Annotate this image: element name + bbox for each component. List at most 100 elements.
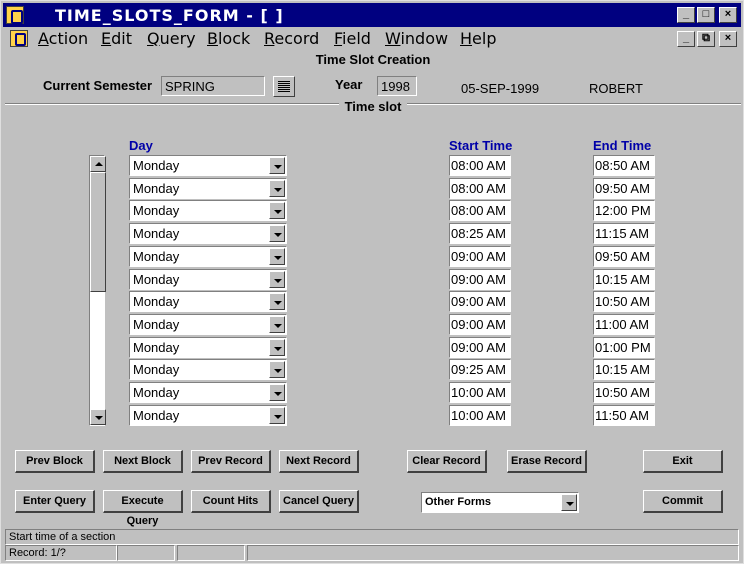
day-value: Monday [133,385,180,400]
next-record-button[interactable]: Next Record [279,450,359,473]
end-time-field[interactable]: 10:15 AM [593,269,655,290]
chevron-down-icon[interactable] [269,384,285,401]
list-of-values-button[interactable] [273,76,295,97]
day-value: Monday [133,226,180,241]
scroll-thumb[interactable] [90,172,106,292]
scroll-down-button[interactable] [90,409,106,425]
start-time-field[interactable]: 09:00 AM [449,291,511,312]
day-value: Monday [133,294,180,309]
doc-restore-button[interactable]: ⧉ [697,31,715,47]
title-bar[interactable]: TIME_SLOTS_FORM - [ ] _ □ × [3,3,741,27]
next-block-button[interactable]: Next Block [103,450,183,473]
start-time-field[interactable]: 09:00 AM [449,314,511,335]
menu-field[interactable]: Field [334,29,371,48]
day-select[interactable]: Monday [129,337,287,358]
arrow-up-icon [95,162,103,166]
end-time-field[interactable]: 08:50 AM [593,155,655,176]
year-field[interactable]: 1998 [377,76,417,96]
start-time-field[interactable]: 08:00 AM [449,200,511,221]
chevron-down-icon[interactable] [269,157,285,174]
start-time-field[interactable]: 10:00 AM [449,382,511,403]
day-select[interactable]: Monday [129,359,287,380]
chevron-down-icon[interactable] [561,494,577,511]
chevron-down-icon[interactable] [269,180,285,197]
end-time-field[interactable]: 11:50 AM [593,405,655,426]
count-hits-button[interactable]: Count Hits [191,490,271,513]
end-time-field[interactable]: 09:50 AM [593,178,655,199]
day-select[interactable]: Monday [129,405,287,426]
doc-minimize-button[interactable]: _ [677,31,695,47]
start-time-field[interactable]: 09:25 AM [449,359,511,380]
cancel-query-button[interactable]: Cancel Query [279,490,359,513]
document-icon[interactable] [10,30,28,47]
day-select[interactable]: Monday [129,155,287,176]
doc-close-button[interactable]: × [719,31,737,47]
start-time-field[interactable]: 09:00 AM [449,246,511,267]
status-bar: Start time of a section Record: 1/? [3,527,741,563]
form-title: Time Slot Creation [315,52,431,67]
day-value: Monday [133,203,180,218]
day-select[interactable]: Monday [129,382,287,403]
end-time-field[interactable]: 10:50 AM [593,291,655,312]
day-select[interactable]: Monday [129,269,287,290]
start-time-field[interactable]: 10:00 AM [449,405,511,426]
end-time-field[interactable]: 09:50 AM [593,246,655,267]
chevron-down-icon[interactable] [269,293,285,310]
semester-field[interactable]: SPRING [161,76,265,96]
day-value: Monday [133,317,180,332]
menu-block[interactable]: Block [207,29,250,48]
end-time-field[interactable]: 11:00 AM [593,314,655,335]
chevron-down-icon[interactable] [269,407,285,424]
records-scrollbar[interactable] [89,155,106,426]
menu-query[interactable]: Query [147,29,196,48]
year-label: Year [335,77,363,92]
status-cell-2 [117,545,175,561]
execute-query-button[interactable]: Execute Query [103,490,183,527]
day-select[interactable]: Monday [129,291,287,312]
menu-record[interactable]: Record [264,29,319,48]
end-time-field[interactable]: 10:15 AM [593,359,655,380]
chevron-down-icon[interactable] [269,339,285,356]
list-icon [278,81,290,92]
section-title: Time slot [338,99,408,114]
clear-record-button[interactable]: Clear Record [407,450,487,473]
day-select[interactable]: Monday [129,246,287,267]
chevron-down-icon[interactable] [269,248,285,265]
prev-record-button[interactable]: Prev Record [191,450,271,473]
commit-button[interactable]: Commit [643,490,723,513]
chevron-down-icon[interactable] [269,225,285,242]
chevron-down-icon[interactable] [269,361,285,378]
start-time-field[interactable]: 08:25 AM [449,223,511,244]
menu-window[interactable]: Window [385,29,448,48]
day-select[interactable]: Monday [129,178,287,199]
end-time-field[interactable]: 11:15 AM [593,223,655,244]
end-time-field[interactable]: 01:00 PM [593,337,655,358]
minimize-button[interactable]: _ [677,7,695,23]
current-date: 05-SEP-1999 [461,81,540,96]
start-time-field[interactable]: 08:00 AM [449,155,511,176]
chevron-down-icon[interactable] [269,316,285,333]
chevron-down-icon[interactable] [269,202,285,219]
app-icon[interactable] [6,6,24,24]
menu-action[interactable]: Action [38,29,88,48]
start-time-field[interactable]: 08:00 AM [449,178,511,199]
enter-query-button[interactable]: Enter Query [15,490,95,513]
start-time-field[interactable]: 09:00 AM [449,269,511,290]
close-button[interactable]: × [719,7,737,23]
end-time-field[interactable]: 10:50 AM [593,382,655,403]
exit-button[interactable]: Exit [643,450,723,473]
day-select[interactable]: Monday [129,223,287,244]
start-time-field[interactable]: 09:00 AM [449,337,511,358]
end-time-field[interactable]: 12:00 PM [593,200,655,221]
maximize-button[interactable]: □ [697,7,715,23]
menu-help[interactable]: Help [460,29,496,48]
menu-edit[interactable]: Edit [101,29,132,48]
day-select[interactable]: Monday [129,314,287,335]
other-forms-dropdown[interactable]: Other Forms [421,492,579,513]
scroll-up-button[interactable] [90,156,106,172]
column-header-day: Day [129,138,153,153]
chevron-down-icon[interactable] [269,271,285,288]
erase-record-button[interactable]: Erase Record [507,450,587,473]
day-select[interactable]: Monday [129,200,287,221]
prev-block-button[interactable]: Prev Block [15,450,95,473]
